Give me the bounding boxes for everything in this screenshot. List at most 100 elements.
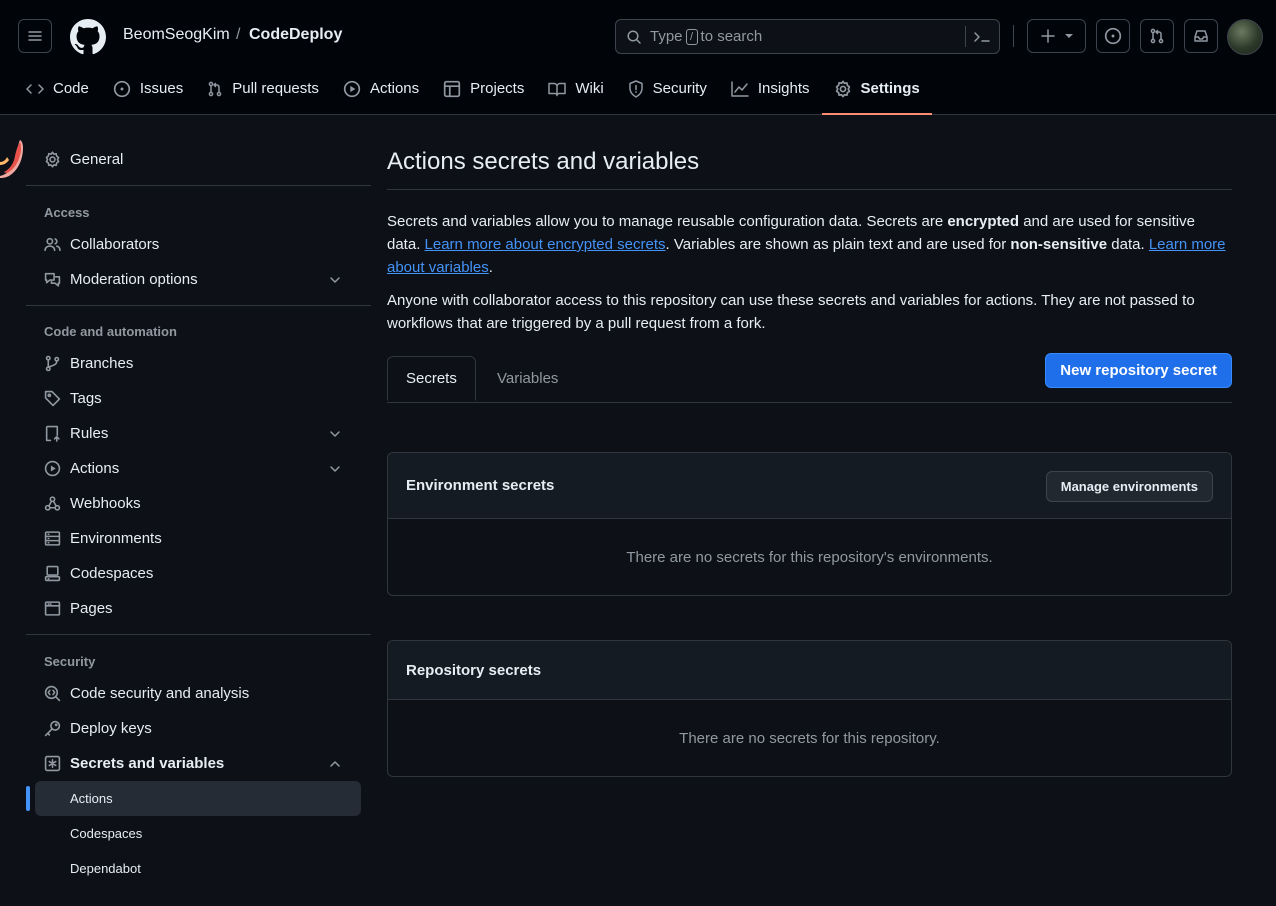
tab-label: Projects: [470, 80, 525, 97]
search-input[interactable]: Type / to search: [615, 19, 1000, 54]
tab-actions[interactable]: Actions: [331, 72, 431, 105]
tab-variables[interactable]: Variables: [497, 356, 558, 400]
sidebar-divider: [26, 634, 371, 635]
sidebar-item-label: General: [70, 150, 124, 168]
sidebar-item-label: Deploy keys: [70, 720, 152, 737]
sidebar-heading-access: Access: [44, 205, 90, 220]
environment-secrets-empty: There are no secrets for this repository…: [626, 548, 993, 566]
tab-pull-requests[interactable]: Pull requests: [195, 72, 331, 105]
command-palette-icon[interactable]: [973, 29, 991, 45]
sidebar-item-label: Rules: [70, 425, 109, 442]
git-pull-request-icon: [1150, 28, 1164, 44]
hamburger-icon: [28, 31, 42, 41]
sidebar-divider: [26, 305, 371, 306]
sidebar-divider: [26, 185, 371, 186]
repo-header: BeomSeogKim / CodeDeploy Type / to search …: [0, 0, 1276, 115]
sidebar-heading-automation: Code and automation: [44, 324, 177, 339]
tab-security[interactable]: Security: [616, 72, 719, 105]
tab-wiki[interactable]: Wiki: [536, 72, 615, 105]
breadcrumb-separator: /: [236, 26, 241, 43]
repository-secrets-box: Repository secrets There are no secrets …: [387, 640, 1232, 777]
secrets-tabbar: Secrets Variables New repository secret: [387, 353, 1232, 403]
sidebar-item-pages[interactable]: Pages: [26, 591, 371, 626]
settings-sidebar: General Access Collaborators Moderation …: [26, 140, 371, 886]
sidebar-subitem-dependabot[interactable]: Dependabot: [26, 851, 371, 886]
repo-link[interactable]: CodeDeploy: [249, 26, 342, 44]
sidebar-item-tags[interactable]: Tags: [26, 381, 371, 416]
main-content: Actions secrets and variables Secrets an…: [387, 140, 1232, 403]
sidebar-subitem-actions[interactable]: Actions: [26, 781, 361, 816]
sidebar-item-collaborators[interactable]: Collaborators: [26, 227, 371, 262]
sidebar-item-secrets-variables[interactable]: Secrets and variables: [26, 746, 371, 781]
sidebar-item-general[interactable]: General: [26, 140, 371, 178]
environment-secrets-header: Environment secrets Manage environments: [388, 453, 1231, 519]
chevron-down-icon: [330, 466, 340, 472]
tab-label: Settings: [860, 80, 920, 97]
key-icon: [44, 720, 61, 737]
octocat-peek-icon: [0, 140, 23, 178]
webhook-icon: [44, 496, 61, 511]
sidebar-item-moderation[interactable]: Moderation options: [26, 262, 371, 297]
search-icon: [627, 30, 641, 44]
sidebar-item-label: Code security and analysis: [70, 685, 250, 702]
tab-issues[interactable]: Issues: [101, 72, 195, 105]
new-repository-secret-button[interactable]: New repository secret: [1045, 353, 1232, 388]
menu-button[interactable]: [18, 19, 52, 53]
issue-icon: [113, 80, 131, 97]
sidebar-item-actions[interactable]: Actions: [26, 451, 371, 486]
inbox-button[interactable]: [1184, 19, 1218, 53]
user-avatar[interactable]: [1227, 19, 1263, 55]
issue-opened-icon: [1104, 27, 1122, 45]
encrypted-secrets-link[interactable]: Learn more about encrypted secrets: [425, 236, 666, 253]
book-icon: [548, 82, 567, 96]
issues-button[interactable]: [1096, 19, 1130, 53]
create-new-button[interactable]: [1027, 19, 1086, 53]
sidebar-item-label: Branches: [70, 355, 134, 372]
chevron-up-icon: [330, 761, 340, 767]
repository-secrets-header: Repository secrets: [388, 641, 1231, 700]
sidebar-item-label: Collaborators: [70, 236, 160, 253]
key-asterisk-icon: [44, 755, 61, 772]
sidebar-item-label: Environments: [70, 530, 162, 547]
pull-request-icon: [208, 81, 222, 96]
sidebar-item-code-security[interactable]: Code security and analysis: [26, 676, 371, 711]
server-icon: [44, 531, 61, 546]
tab-label: Issues: [139, 80, 184, 97]
access-note: Anyone with collaborator access to this …: [387, 292, 1195, 332]
sidebar-item-environments[interactable]: Environments: [26, 521, 371, 556]
tab-label: Code: [53, 80, 89, 97]
page-title: Actions secrets and variables: [387, 140, 1232, 190]
codescan-icon: [44, 685, 61, 702]
shield-icon: [628, 79, 643, 98]
sidebar-item-codespaces[interactable]: Codespaces: [26, 556, 371, 591]
tab-code[interactable]: Code: [14, 72, 101, 105]
tab-label: Pull requests: [232, 80, 319, 97]
inbox-icon: [1194, 30, 1208, 42]
tag-icon: [44, 390, 61, 407]
sidebar-item-label: Secrets and variables: [70, 755, 225, 772]
search-placeholder: Type / to search: [650, 28, 763, 45]
sidebar-heading-security: Security: [44, 654, 96, 669]
description-paragraph: Secrets and variables allow you to manag…: [387, 213, 1226, 276]
owner-link[interactable]: BeomSeogKim: [123, 26, 230, 44]
sidebar-item-webhooks[interactable]: Webhooks: [26, 486, 371, 521]
browser-icon: [44, 601, 61, 616]
tab-settings[interactable]: Settings: [821, 72, 932, 115]
tab-label: Security: [652, 80, 707, 97]
tab-label: Actions: [369, 80, 420, 97]
git-branch-icon: [45, 355, 60, 372]
tab-projects[interactable]: Projects: [431, 72, 536, 105]
codespaces-icon: [44, 565, 61, 582]
environment-secrets-box: Environment secrets Manage environments …: [387, 452, 1232, 596]
chevron-down-icon: [330, 277, 340, 283]
sidebar-item-deploy-keys[interactable]: Deploy keys: [26, 711, 371, 746]
pull-requests-button[interactable]: [1140, 19, 1174, 53]
manage-environments-button[interactable]: Manage environments: [1045, 471, 1213, 502]
tab-secrets[interactable]: Secrets: [387, 356, 476, 401]
sidebar-subitem-codespaces[interactable]: Codespaces: [26, 816, 371, 851]
tab-insights[interactable]: Insights: [719, 72, 822, 105]
sidebar-item-label: Codespaces: [70, 565, 154, 582]
sidebar-item-branches[interactable]: Branches: [26, 346, 371, 381]
sidebar-item-rules[interactable]: Rules: [26, 416, 371, 451]
github-logo-icon[interactable]: [70, 19, 106, 55]
